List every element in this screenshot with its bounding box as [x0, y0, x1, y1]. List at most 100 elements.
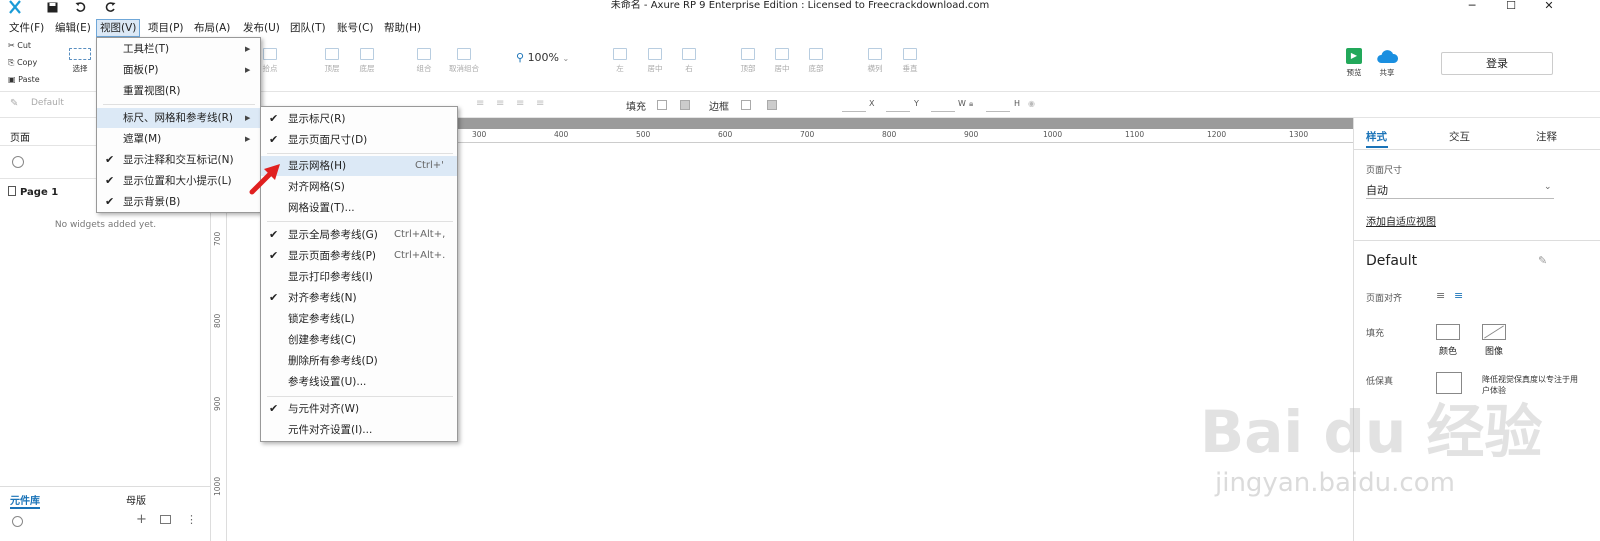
align-text-right-icon[interactable]: ≡ — [516, 98, 524, 109]
distribute-h-label: 横列 — [867, 64, 883, 73]
shadow-swatch[interactable] — [680, 100, 690, 110]
menu-item-show-page-size[interactable]: ✔ 显示页面尺寸(D) — [261, 130, 457, 150]
align-middle-icon — [775, 48, 789, 60]
fill-color-button[interactable] — [1436, 324, 1460, 340]
menu-item-guide-settings[interactable]: 参考线设置(U)... — [261, 372, 457, 392]
menu-item-rulers-grid-guides[interactable]: 标尺、网格和参考线(R) ▶ — [97, 108, 260, 128]
login-button[interactable]: 登录 — [1441, 52, 1553, 75]
menu-help[interactable]: 帮助(H) — [381, 19, 424, 37]
align-center-icon[interactable]: ≡ — [1454, 289, 1463, 302]
x-input[interactable] — [842, 111, 866, 112]
align-text-center-icon[interactable]: ≡ — [496, 98, 504, 109]
align-left-icon[interactable]: ≡ — [1436, 289, 1445, 302]
ungroup-label: 取消组合 — [449, 64, 479, 73]
copy-button[interactable]: ⎘ Copy — [8, 58, 37, 68]
align-bottom-button[interactable]: 底部 — [802, 48, 830, 74]
menu-layout[interactable]: 布局(A) — [191, 19, 233, 37]
fill-image-button[interactable] — [1482, 324, 1506, 340]
menu-shortcut: Ctrl+Alt+, — [394, 229, 446, 240]
paste-button[interactable]: ▣ Paste — [8, 75, 40, 84]
bring-to-front-button[interactable]: 顶层 — [318, 48, 346, 74]
tab-library[interactable]: 元件库 — [10, 492, 40, 507]
align-top-button[interactable]: 顶部 — [734, 48, 762, 74]
menu-edit[interactable]: 编辑(E) — [52, 19, 94, 37]
menu-item-toolbar[interactable]: 工具栏(T) ▶ — [97, 39, 260, 59]
close-button[interactable]: ✕ — [1534, 0, 1564, 14]
distribute-horizontal-button[interactable]: 横列 — [861, 48, 889, 74]
cut-button[interactable]: ✂ Cut — [8, 41, 31, 50]
minimize-button[interactable]: ─ — [1457, 0, 1487, 14]
distribute-h-icon — [868, 48, 882, 60]
menu-item-delete-all-guides[interactable]: 删除所有参考线(D) — [261, 351, 457, 371]
menu-file[interactable]: 文件(F) — [6, 19, 47, 37]
menu-item-show-notes[interactable]: ✔ 显示注释和交互标记(N) — [97, 150, 260, 170]
tab-interactions[interactable]: 交互 — [1449, 129, 1470, 144]
menu-item-reset-view[interactable]: 重置视图(R) — [97, 81, 260, 101]
menu-item-widget-snap-settings[interactable]: 元件对齐设置(I)... — [261, 420, 457, 440]
connect-label: 拾点 — [262, 64, 278, 73]
menu-item-show-position[interactable]: ✔ 显示位置和大小提示(L) — [97, 171, 260, 191]
active-tab-underline — [1366, 146, 1388, 148]
tab-style[interactable]: 样式 — [1366, 129, 1387, 144]
menu-item-panels[interactable]: 面板(P) ▶ — [97, 60, 260, 80]
library-menu-icon[interactable] — [160, 515, 171, 524]
align-right-button[interactable]: 右 — [675, 48, 703, 74]
menu-item-show-background[interactable]: ✔ 显示背景(B) — [97, 192, 260, 212]
zoom-select[interactable]: ⚲ 100% ⌄ — [516, 51, 569, 64]
preview-button[interactable]: ▶ 预览 — [1340, 48, 1368, 78]
menu-project[interactable]: 项目(P) — [145, 19, 187, 37]
menu-item-create-guides[interactable]: 创建参考线(C) — [261, 330, 457, 350]
menu-item-show-grid[interactable]: 显示网格(H) Ctrl+' — [261, 156, 457, 176]
border-color-swatch[interactable] — [741, 100, 751, 110]
menu-item-show-page-guides[interactable]: ✔ 显示页面参考线(P) Ctrl+Alt+. — [261, 246, 457, 266]
menu-item-show-print-guides[interactable]: 显示打印参考线(I) — [261, 267, 457, 287]
menu-item-lock-guides[interactable]: 锁定参考线(L) — [261, 309, 457, 329]
menu-account[interactable]: 账号(C) — [334, 19, 377, 37]
edit-style-icon[interactable]: ✎ — [1538, 254, 1547, 267]
maximize-button[interactable]: ☐ — [1496, 0, 1526, 14]
send-to-back-button[interactable]: 底层 — [353, 48, 381, 74]
h-input[interactable] — [986, 111, 1010, 112]
menu-item-masks[interactable]: 遮罩(M) ▶ — [97, 129, 260, 149]
ungroup-button[interactable]: 取消组合 — [446, 48, 482, 74]
page-size-select[interactable]: 自动 — [1366, 182, 1388, 198]
more-options-icon[interactable]: ⋮ — [186, 513, 197, 526]
align-text-justify-icon[interactable]: ≡ — [536, 98, 544, 109]
align-text-left-icon[interactable]: ≡ — [476, 98, 484, 109]
menu-item-label: 显示打印参考线(I) — [288, 271, 373, 283]
menu-item-show-global-guides[interactable]: ✔ 显示全局参考线(G) Ctrl+Alt+, — [261, 225, 457, 245]
fill-color-swatch[interactable] — [657, 100, 667, 110]
menu-view[interactable]: 视图(V) — [96, 19, 141, 37]
menu-team[interactable]: 团队(T) — [287, 19, 329, 37]
search-icon[interactable] — [12, 156, 24, 168]
group-button[interactable]: 组合 — [410, 48, 438, 74]
h-tick-label: 1000 — [1043, 130, 1063, 139]
style-edit-icon[interactable]: ✎ — [10, 98, 18, 109]
h-label: H — [1014, 99, 1021, 108]
library-search-icon[interactable] — [12, 516, 23, 527]
menu-item-snap-to-guides[interactable]: ✔ 对齐参考线(N) — [261, 288, 457, 308]
menu-item-grid-settings[interactable]: 网格设置(T)... — [261, 198, 457, 218]
y-input[interactable] — [886, 111, 910, 112]
select-mode-button[interactable]: 选择 — [66, 48, 94, 74]
tab-notes[interactable]: 注释 — [1536, 129, 1557, 144]
menu-item-snap-to-widgets[interactable]: ✔ 与元件对齐(W) — [261, 399, 457, 419]
align-center-button[interactable]: 居中 — [641, 48, 669, 74]
chevron-down-icon[interactable]: ⌄ — [1544, 182, 1552, 192]
page-item[interactable]: Page 1 — [8, 186, 58, 198]
lock-icon[interactable]: 🔒︎ — [969, 99, 973, 109]
menu-item-snap-to-grid[interactable]: 对齐网格(S) — [261, 177, 457, 197]
align-left-button[interactable]: 左 — [606, 48, 634, 74]
menu-item-show-rulers[interactable]: ✔ 显示标尺(R) — [261, 109, 457, 129]
align-middle-button[interactable]: 居中 — [768, 48, 796, 74]
border-width-swatch[interactable] — [767, 100, 777, 110]
tab-masters[interactable]: 母版 — [126, 492, 146, 507]
w-input[interactable] — [931, 111, 955, 112]
add-library-icon[interactable]: + — [136, 512, 147, 527]
distribute-vertical-button[interactable]: 垂直 — [896, 48, 924, 74]
eye-icon[interactable]: ◉ — [1028, 99, 1035, 108]
menu-publish[interactable]: 发布(U) — [240, 19, 283, 37]
style-select[interactable]: Default — [31, 98, 64, 108]
add-adaptive-view-link[interactable]: 添加自适应视图 — [1366, 213, 1436, 228]
share-button[interactable]: 共享 — [1373, 48, 1401, 78]
